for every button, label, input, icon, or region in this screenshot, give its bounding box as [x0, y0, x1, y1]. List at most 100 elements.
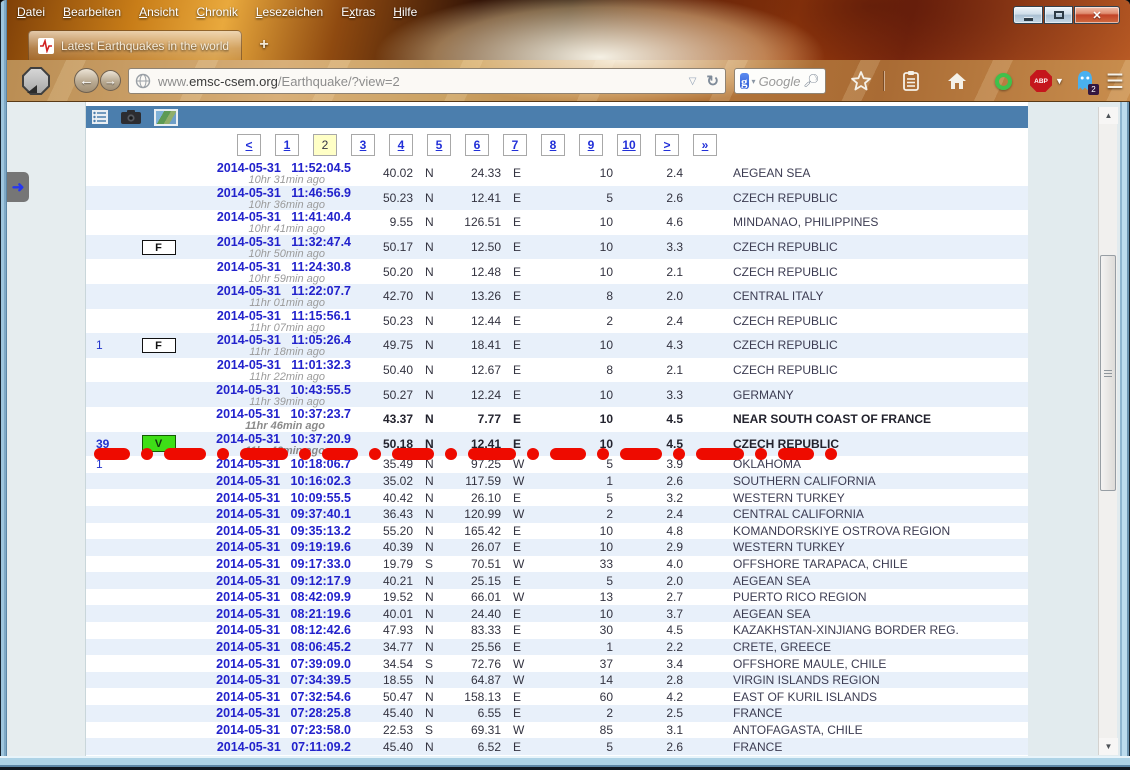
region-name-link[interactable]: WESTERN TURKEY — [683, 540, 1028, 554]
event-datetime-link[interactable]: 2014-05-31 10:09:55.5 — [216, 491, 351, 505]
page-button-10[interactable]: 10 — [617, 134, 641, 156]
felt-report-button[interactable]: F — [142, 338, 176, 353]
region-name-link[interactable]: AEGEAN SEA — [683, 574, 1028, 588]
home-icon[interactable] — [944, 68, 970, 94]
event-datetime-link[interactable]: 2014-05-31 08:21:19.6 — [216, 607, 351, 621]
comments-count-link[interactable]: 1 — [96, 338, 103, 352]
region-name-link[interactable]: CENTRAL ITALY — [683, 289, 1028, 303]
event-datetime-link[interactable]: 2014-05-31 11:15:56.1 — [217, 309, 351, 323]
event-datetime-link[interactable]: 2014-05-31 08:12:42.6 — [216, 623, 351, 637]
search-box[interactable]: g ▾ Google 🔍︎ — [734, 68, 826, 94]
region-name-link[interactable]: CZECH REPUBLIC — [683, 265, 1028, 279]
menu-chronik[interactable]: Chronik — [189, 3, 244, 21]
event-datetime-link[interactable]: 2014-05-31 09:35:13.2 — [216, 524, 351, 538]
google-logo-icon[interactable]: g — [740, 73, 749, 89]
map-view-icon[interactable] — [154, 109, 178, 126]
event-datetime-link[interactable]: 2014-05-31 11:32:47.4 — [217, 235, 351, 249]
event-datetime-link[interactable]: 2014-05-31 09:19:19.6 — [216, 540, 351, 554]
event-datetime-link[interactable]: 2014-05-31 08:06:45.2 — [216, 640, 351, 654]
region-name-link[interactable]: CZECH REPUBLIC — [683, 314, 1028, 328]
abp-caret-icon[interactable]: ▼ — [1055, 76, 1064, 86]
event-datetime-link[interactable]: 2014-05-31 08:42:09.9 — [216, 590, 351, 604]
scroll-up-button[interactable]: ▲ — [1099, 107, 1118, 124]
region-name-link[interactable]: FRANCE — [683, 706, 1028, 720]
menu-extras[interactable]: Extras — [334, 3, 382, 21]
event-datetime-link[interactable]: 2014-05-31 07:39:09.0 — [216, 657, 351, 671]
region-name-link[interactable]: KAZAKHSTAN-XINJIANG BORDER REG. — [683, 623, 1028, 637]
event-datetime-link[interactable]: 2014-05-31 11:22:07.7 — [217, 284, 351, 298]
event-datetime-link[interactable]: 2014-05-31 11:05:26.4 — [217, 333, 351, 347]
bookmark-star-icon[interactable] — [848, 68, 874, 94]
region-name-link[interactable]: EAST OF KURIL ISLANDS — [683, 690, 1028, 704]
page-button-7[interactable]: 7 — [503, 134, 527, 156]
region-name-link[interactable]: KOMANDORSKIYE OSTROVA REGION — [683, 524, 1028, 538]
region-name-link[interactable]: AEGEAN SEA — [683, 166, 1028, 180]
event-datetime-link[interactable]: 2014-05-31 11:01:32.3 — [217, 358, 351, 372]
noscript-octagon-icon[interactable] — [22, 67, 50, 95]
page-button-<[interactable]: < — [237, 134, 261, 156]
search-engine-caret-icon[interactable]: ▾ — [752, 77, 756, 86]
bookmarks-clipboard-icon[interactable] — [898, 68, 924, 94]
side-panel-toggle[interactable]: ➜ — [7, 172, 29, 202]
page-button-»[interactable]: » — [693, 134, 717, 156]
search-input[interactable]: Google — [759, 74, 801, 89]
new-tab-button[interactable]: + — [252, 36, 276, 56]
region-name-link[interactable]: GERMANY — [683, 388, 1028, 402]
list-view-icon[interactable] — [92, 110, 108, 124]
green-ring-addon-icon[interactable] — [990, 68, 1016, 94]
region-name-link[interactable]: PUERTO RICO REGION — [683, 590, 1028, 604]
photos-view-icon[interactable] — [120, 110, 142, 125]
vertical-scrollbar[interactable]: ▲ ▼ — [1098, 107, 1117, 755]
region-name-link[interactable]: CZECH REPUBLIC — [683, 338, 1028, 352]
event-datetime-link[interactable]: 2014-05-31 07:34:39.5 — [216, 673, 351, 687]
event-datetime-link[interactable]: 2014-05-31 07:11:09.2 — [217, 740, 351, 754]
page-button-2[interactable]: 2 — [313, 134, 337, 156]
url-text[interactable]: www.emsc-csem.org/Earthquake/?view=2 — [158, 74, 689, 89]
event-datetime-link[interactable]: 2014-05-31 11:52:04.5 — [217, 161, 351, 175]
menu-lesezeichen[interactable]: Lesezeichen — [249, 3, 330, 21]
page-button-3[interactable]: 3 — [351, 134, 375, 156]
url-bar[interactable]: www.emsc-csem.org/Earthquake/?view=2 ▽ ↻ — [128, 68, 726, 94]
url-dropdown-icon[interactable]: ▽ — [689, 76, 697, 87]
event-datetime-link[interactable]: 2014-05-31 10:43:55.5 — [216, 383, 351, 397]
page-button-6[interactable]: 6 — [465, 134, 489, 156]
reload-icon[interactable]: ↻ — [706, 72, 719, 90]
region-name-link[interactable]: CZECH REPUBLIC — [683, 240, 1028, 254]
page-button->[interactable]: > — [655, 134, 679, 156]
adblock-plus-button[interactable]: ABP ▼ — [1028, 68, 1066, 94]
event-datetime-link[interactable]: 2014-05-31 07:32:54.6 — [216, 690, 351, 704]
event-datetime-link[interactable]: 2014-05-31 11:41:40.4 — [217, 210, 351, 224]
close-button[interactable]: ✕ — [1074, 6, 1120, 24]
menu-bearbeiten[interactable]: Bearbeiten — [56, 3, 128, 21]
region-name-link[interactable]: OFFSHORE TARAPACA, CHILE — [683, 557, 1028, 571]
menu-datei[interactable]: Datei — [10, 3, 52, 21]
region-name-link[interactable]: CZECH REPUBLIC — [683, 363, 1028, 377]
region-name-link[interactable]: ANTOFAGASTA, CHILE — [683, 723, 1028, 737]
menu-hilfe[interactable]: Hilfe — [386, 3, 424, 21]
scrollbar-thumb[interactable] — [1100, 255, 1116, 491]
region-name-link[interactable]: CRETE, GREECE — [683, 640, 1028, 654]
region-name-link[interactable]: CENTRAL CALIFORNIA — [683, 507, 1028, 521]
scroll-down-button[interactable]: ▼ — [1099, 738, 1118, 755]
event-datetime-link[interactable]: 2014-05-31 10:16:02.3 — [216, 474, 351, 488]
menu-hamburger-icon[interactable]: ☰ — [1102, 68, 1128, 94]
region-name-link[interactable]: NEAR SOUTH COAST OF FRANCE — [683, 412, 1028, 426]
region-name-link[interactable]: AEGEAN SEA — [683, 607, 1028, 621]
page-button-8[interactable]: 8 — [541, 134, 565, 156]
page-button-5[interactable]: 5 — [427, 134, 451, 156]
ghostery-button[interactable]: 2 — [1072, 68, 1098, 94]
region-name-link[interactable]: FRANCE — [683, 740, 1028, 754]
event-datetime-link[interactable]: 2014-05-31 09:12:17.9 — [216, 574, 351, 588]
event-datetime-link[interactable]: 2014-05-31 09:37:40.1 — [216, 507, 351, 521]
event-datetime-link[interactable]: 2014-05-31 11:46:56.9 — [217, 186, 351, 200]
region-name-link[interactable]: CZECH REPUBLIC — [683, 191, 1028, 205]
region-name-link[interactable]: VIRGIN ISLANDS REGION — [683, 673, 1028, 687]
page-button-1[interactable]: 1 — [275, 134, 299, 156]
event-datetime-link[interactable]: 2014-05-31 09:17:33.0 — [216, 557, 351, 571]
menu-ansicht[interactable]: Ansicht — [132, 3, 185, 21]
event-datetime-link[interactable]: 2014-05-31 07:28:25.8 — [216, 706, 351, 720]
region-name-link[interactable]: OFFSHORE MAULE, CHILE — [683, 657, 1028, 671]
felt-report-button[interactable]: F — [142, 240, 176, 255]
region-name-link[interactable]: MINDANAO, PHILIPPINES — [683, 215, 1028, 229]
event-datetime-link[interactable]: 2014-05-31 07:23:58.0 — [216, 723, 351, 737]
